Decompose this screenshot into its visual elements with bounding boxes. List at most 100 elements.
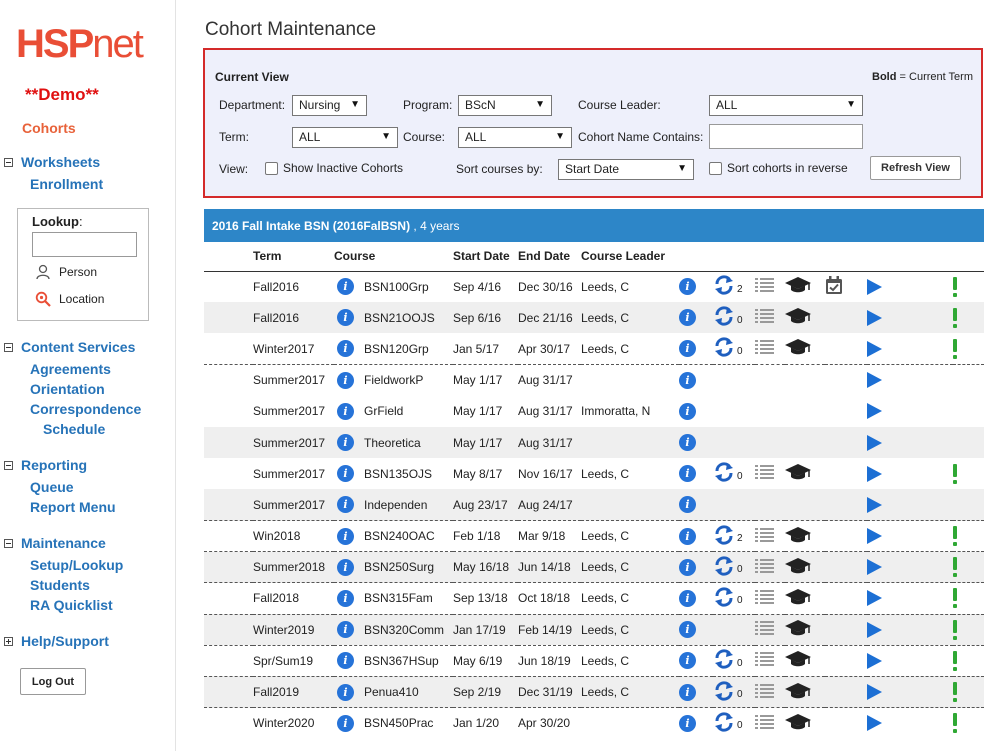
list-icon[interactable] <box>755 621 774 639</box>
list-icon[interactable] <box>755 652 774 670</box>
play-icon[interactable] <box>867 528 882 545</box>
info-icon[interactable]: i <box>679 371 696 389</box>
logout-button[interactable]: Log Out <box>20 668 86 695</box>
course-name[interactable]: FieldworkP <box>364 373 423 387</box>
graduation-cap-icon[interactable] <box>785 277 811 297</box>
alert-icon[interactable] <box>953 276 957 297</box>
play-icon[interactable] <box>867 403 882 420</box>
alert-icon[interactable] <box>953 588 957 609</box>
play-icon[interactable] <box>867 340 882 357</box>
course-name[interactable]: BSN21OOJS <box>364 311 435 325</box>
list-icon[interactable] <box>755 589 774 608</box>
sync-icon[interactable]: 0 <box>713 680 743 701</box>
list-icon[interactable] <box>755 714 774 733</box>
expand-icon[interactable] <box>4 636 13 646</box>
info-icon[interactable]: i <box>337 714 354 732</box>
info-icon[interactable]: i <box>337 340 354 358</box>
alert-icon[interactable] <box>953 619 957 640</box>
nav-cohorts[interactable]: Cohorts <box>22 120 76 136</box>
list-icon[interactable] <box>755 309 774 327</box>
play-icon[interactable] <box>867 621 882 638</box>
info-icon[interactable]: i <box>679 340 696 358</box>
list-icon[interactable] <box>755 340 774 358</box>
hspnet-logo[interactable]: HSPnet <box>16 22 144 66</box>
collapse-icon[interactable] <box>4 342 13 352</box>
info-icon[interactable]: i <box>337 434 354 452</box>
checkbox-box[interactable] <box>709 161 722 175</box>
course-name[interactable]: BSN320Comm <box>364 623 444 637</box>
list-icon[interactable] <box>755 558 774 577</box>
sync-icon[interactable]: 2 <box>713 275 743 296</box>
sync-icon[interactable]: 0 <box>713 556 743 576</box>
checkbox-box[interactable] <box>265 161 278 175</box>
course-name[interactable]: BSN240OAC <box>364 529 435 543</box>
nav-report-menu[interactable]: Report Menu <box>30 499 116 515</box>
list-icon[interactable] <box>755 278 774 296</box>
info-icon[interactable]: i <box>337 683 354 701</box>
play-icon[interactable] <box>867 496 882 513</box>
graduation-cap-icon[interactable] <box>785 682 811 703</box>
info-icon[interactable]: i <box>679 714 696 732</box>
collapse-icon[interactable] <box>4 157 13 167</box>
course-name[interactable]: BSN250Surg <box>364 560 434 574</box>
graduation-cap-icon[interactable] <box>785 713 811 734</box>
play-icon[interactable] <box>867 309 882 326</box>
play-icon[interactable] <box>867 684 882 701</box>
term-select[interactable]: ALL <box>292 127 398 148</box>
info-icon[interactable]: i <box>679 621 696 639</box>
collapse-icon[interactable] <box>4 460 13 470</box>
course-name[interactable]: Independen <box>364 498 427 512</box>
course-name[interactable]: Theoretica <box>364 436 421 450</box>
info-icon[interactable]: i <box>337 278 354 296</box>
nav-setup-lookup[interactable]: Setup/Lookup <box>30 557 123 573</box>
info-icon[interactable]: i <box>679 652 696 670</box>
info-icon[interactable]: i <box>679 589 696 607</box>
nav-section-maintenance[interactable]: Maintenance <box>4 535 106 551</box>
list-icon[interactable] <box>755 527 774 546</box>
graduation-cap-icon[interactable] <box>785 651 811 671</box>
collapse-icon[interactable] <box>4 538 13 548</box>
alert-icon[interactable] <box>953 307 957 328</box>
play-icon[interactable] <box>867 278 882 295</box>
sync-icon[interactable]: 0 <box>713 337 743 357</box>
info-icon[interactable]: i <box>337 371 354 389</box>
nav-agreements[interactable]: Agreements <box>30 361 111 377</box>
info-icon[interactable]: i <box>679 558 696 576</box>
info-icon[interactable]: i <box>679 683 696 701</box>
graduation-cap-icon[interactable] <box>785 620 811 640</box>
lookup-person[interactable]: Person <box>35 264 97 280</box>
info-icon[interactable]: i <box>337 652 354 670</box>
play-icon[interactable] <box>867 434 882 451</box>
info-icon[interactable]: i <box>337 621 354 639</box>
play-icon[interactable] <box>867 652 882 669</box>
alert-icon[interactable] <box>953 463 957 484</box>
course-name[interactable]: Penua410 <box>364 685 419 699</box>
department-select[interactable]: Nursing <box>292 95 367 116</box>
info-icon[interactable]: i <box>337 496 354 514</box>
program-select[interactable]: BScN <box>458 95 552 116</box>
sort-reverse-checkbox[interactable]: Sort cohorts in reverse <box>709 161 848 175</box>
info-icon[interactable]: i <box>337 402 354 420</box>
info-icon[interactable]: i <box>337 527 354 545</box>
refresh-view-button[interactable]: Refresh View <box>870 156 961 180</box>
alert-icon[interactable] <box>953 682 957 703</box>
cohort-header[interactable]: 2016 Fall Intake BSN (2016FalBSN) , 4 ye… <box>204 209 984 242</box>
alert-icon[interactable] <box>953 338 957 359</box>
nav-enrollment[interactable]: Enrollment <box>30 176 103 192</box>
nav-section-content-services[interactable]: Content Services <box>4 339 135 355</box>
sync-icon[interactable]: 0 <box>713 649 743 670</box>
info-icon[interactable]: i <box>679 434 696 452</box>
graduation-cap-icon[interactable] <box>785 308 811 328</box>
alert-icon[interactable] <box>953 557 957 578</box>
nav-queue[interactable]: Queue <box>30 479 74 495</box>
sort-courses-select[interactable]: Start Date <box>558 159 694 180</box>
graduation-cap-icon[interactable] <box>785 339 811 359</box>
info-icon[interactable]: i <box>337 309 354 327</box>
alert-icon[interactable] <box>953 650 957 671</box>
course-name[interactable]: BSN100Grp <box>364 280 429 294</box>
sync-icon[interactable]: 0 <box>713 587 743 607</box>
calendar-check-icon[interactable] <box>825 275 843 298</box>
sync-icon[interactable]: 2 <box>713 524 743 545</box>
info-icon[interactable]: i <box>337 465 354 483</box>
info-icon[interactable]: i <box>337 558 354 576</box>
